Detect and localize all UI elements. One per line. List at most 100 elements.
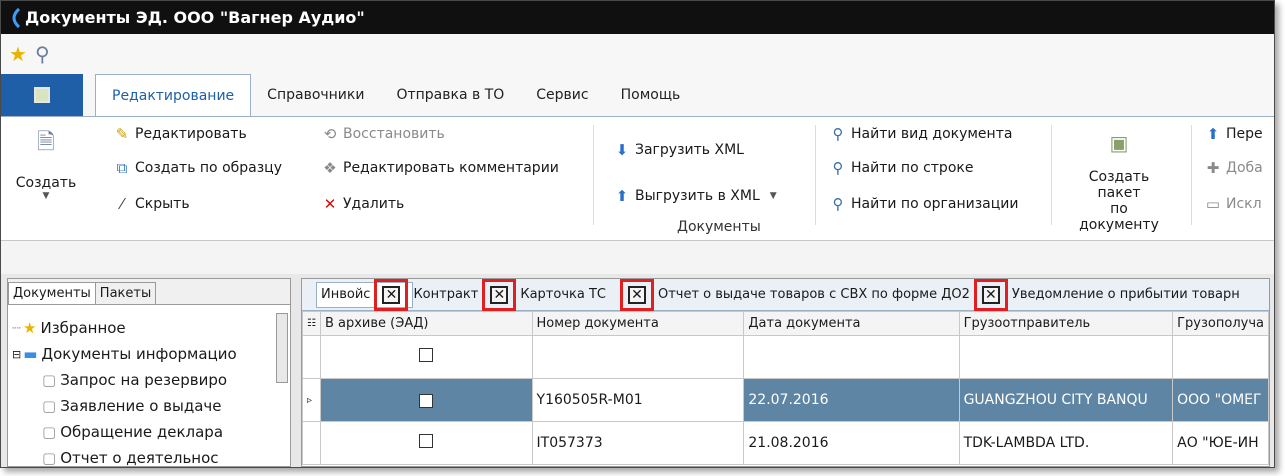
consignee-cell[interactable]: АО "ЮЕ-ИН (1172, 421, 1269, 465)
find-by-row-button[interactable]: ⚲ Найти по строке (829, 159, 974, 177)
close-icon[interactable]: ✕ (490, 285, 509, 304)
copy-icon: ⧉ (116, 159, 128, 177)
app-logo-icon (12, 7, 21, 28)
tree-item-label: Документы информацио (41, 345, 237, 363)
doc-number-cell[interactable] (531, 335, 745, 379)
row-indicator: ▹ (302, 378, 321, 422)
tab-references[interactable]: Справочники (251, 74, 380, 116)
row-indicator (302, 335, 321, 379)
folder-icon: ▬ (23, 345, 38, 363)
move-button[interactable]: ⬆ Пере (1204, 125, 1263, 143)
archived-cell[interactable] (319, 421, 533, 465)
doc-tab-label: Отчет о выдаче товаров с СВХ по форме ДО… (657, 287, 970, 302)
tree-item-activity-report[interactable]: ▢ Отчет о деятельнос (12, 445, 276, 467)
create-package-button[interactable]: ▣ Создать пакет по документу (1069, 131, 1169, 233)
column-consignee[interactable]: Грузополуча (1172, 311, 1269, 336)
document-icon: ▢ (42, 397, 57, 415)
doc-tab-vehicle-card[interactable]: Карточка ТС ✕ (520, 278, 658, 311)
find-by-org-label: Найти по организации (851, 196, 1019, 212)
tree-line: ┈ (12, 319, 22, 337)
checkbox-checked[interactable]: ✓ (419, 394, 434, 408)
shipper-cell[interactable]: GUANGZHOU CITY BANQU (958, 378, 1174, 422)
doc-tab-label: Контракт (413, 287, 479, 302)
edit-button[interactable]: ✎ Редактировать (113, 125, 247, 143)
search-users-icon[interactable]: ⚲ (35, 44, 50, 64)
shipper-cell[interactable]: TDK-LAMBDA LTD. (958, 421, 1174, 465)
tab-packages[interactable]: Пакеты (95, 282, 157, 304)
delete-icon: ✕ (323, 195, 337, 213)
delete-button[interactable]: ✕ Удалить (321, 195, 405, 213)
edit-icon: ✎ (115, 125, 129, 143)
tree-item-label: Обращение деклара (60, 423, 224, 441)
group-separator (593, 125, 594, 225)
new-document-icon: 🗎 (37, 130, 55, 155)
checkbox[interactable] (419, 348, 434, 362)
tree-item-info-documents[interactable]: ⊟ ▬ Документы информацио (12, 341, 276, 367)
shipper-cell[interactable] (958, 335, 1174, 379)
column-doc-date[interactable]: Дата документа (743, 311, 960, 336)
app-menu-button[interactable] (1, 74, 83, 116)
archived-cell[interactable] (319, 335, 533, 379)
doc-number-cell[interactable]: Y160505R-M01 (531, 378, 745, 422)
doc-tab-release-report[interactable]: Отчет о выдаче товаров с СВХ по форме ДО… (657, 278, 1012, 311)
column-archived[interactable]: В архиве (ЭАД) (319, 311, 533, 336)
export-xml-button[interactable]: ⬆ Выгрузить в XML ▼ (613, 187, 777, 205)
find-doc-type-button[interactable]: ⚲ Найти вид документа (829, 125, 1013, 143)
close-icon[interactable]: ✕ (627, 285, 646, 304)
doc-number-cell[interactable]: IT057373 (531, 421, 745, 465)
doc-tab-invoice[interactable]: Инвойс ✕ (316, 278, 414, 311)
doc-tab-contract[interactable]: Контракт ✕ (413, 278, 520, 311)
tree-item-label: Отчет о деятельнос (60, 449, 219, 467)
table-row[interactable]: ▹ ✓ Y160505R-M01 22.07.2016 GUANGZHOU CI… (302, 378, 1269, 422)
tab-editing[interactable]: Редактирование (95, 74, 252, 117)
consignee-cell[interactable] (1172, 335, 1269, 379)
close-icon[interactable]: ✕ (382, 285, 401, 304)
tab-service[interactable]: Сервис (520, 74, 604, 116)
find-by-org-button[interactable]: ⚲ Найти по организации (829, 195, 1019, 213)
checkbox[interactable] (419, 434, 434, 448)
exclude-button[interactable]: ▭ Искл (1204, 195, 1262, 213)
doc-date-cell[interactable]: 21.08.2016 (743, 421, 960, 465)
restore-label: Восстановить (343, 126, 445, 142)
create-package-label-2: по документу (1079, 201, 1159, 233)
find-by-row-label: Найти по строке (851, 160, 974, 176)
table-row[interactable]: IT057373 21.08.2016 TDK-LAMBDA LTD. АО "… (302, 421, 1269, 465)
app-window: Документы ЭД. ООО "Вагнер Аудио" ★ ⚲ Ред… (0, 0, 1275, 468)
create-button[interactable]: 🗎 Создать ▼ (11, 125, 81, 201)
close-icon[interactable]: ✕ (981, 285, 1000, 304)
add-button[interactable]: ✚ Доба (1204, 159, 1263, 177)
title-bar: Документы ЭД. ООО "Вагнер Аудио" (1, 1, 1274, 34)
create-package-label-1: Создать пакет (1088, 169, 1150, 201)
document-tree: ┈ ★ Избранное ⊟ ▬ Документы информацио ▢… (12, 315, 276, 467)
restore-button[interactable]: ⟲ Восстановить (321, 125, 445, 143)
doc-tab-arrival-notice[interactable]: Уведомление о прибытии товарн (1012, 282, 1240, 308)
tab-send-to-customs[interactable]: Отправка в ТО (380, 74, 520, 116)
column-shipper[interactable]: Грузоотправитель (958, 311, 1174, 336)
archived-cell[interactable]: ✓ (319, 378, 533, 422)
row-indicator-header[interactable]: ☷ (302, 311, 321, 336)
exclude-icon: ▭ (1205, 195, 1221, 213)
create-from-template-button[interactable]: ⧉ Создать по образцу (113, 159, 282, 177)
hide-button[interactable]: ⁄ Скрыть (113, 195, 190, 213)
tree-scrollbar[interactable] (276, 313, 288, 383)
doc-date-cell[interactable] (743, 335, 960, 379)
tree-item-issue-statement[interactable]: ▢ Заявление о выдаче (12, 393, 276, 419)
column-doc-number[interactable]: Номер документа (531, 311, 745, 336)
tree-item-declarant-appeal[interactable]: ▢ Обращение деклара (12, 419, 276, 445)
ribbon-panel: 🗎 Создать ▼ ✎ Редактировать ⧉ Создать по о… (1, 116, 1274, 241)
document-tabs: Инвойс ✕ Контракт ✕ Карточка ТС ✕ Отчет … (302, 278, 1269, 311)
upload-arrow-icon: ⬆ (615, 187, 629, 205)
tab-help[interactable]: Помощь (605, 74, 697, 116)
load-xml-button[interactable]: ⬇ Загрузить XML (613, 141, 744, 159)
doc-date-cell[interactable]: 22.07.2016 (743, 378, 960, 422)
group-separator (1191, 125, 1192, 225)
tree-item-favorites[interactable]: ┈ ★ Избранное (12, 315, 276, 341)
consignee-cell[interactable]: ООО "ОМЕГ (1172, 378, 1269, 422)
tab-documents[interactable]: Документы (8, 282, 96, 304)
doc-tab-label: Уведомление о прибытии товарн (1011, 287, 1240, 302)
edit-comments-button[interactable]: ❖ Редактировать комментарии (321, 159, 559, 177)
add-icon: ✚ (1206, 159, 1220, 177)
favorites-star-icon[interactable]: ★ (9, 44, 27, 64)
table-row[interactable] (302, 335, 1269, 379)
tree-item-reservation-request[interactable]: ▢ Запрос на резервиро (12, 367, 276, 393)
